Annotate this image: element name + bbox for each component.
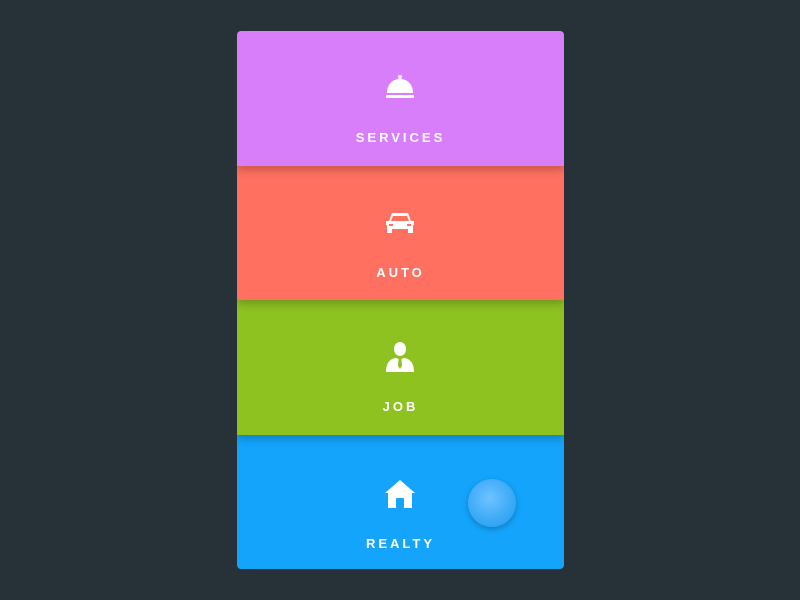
category-label: SERVICES <box>355 130 446 145</box>
category-label: REALTY <box>365 536 436 551</box>
category-menu: SERVICES AUTO JOB REALTY <box>237 31 564 569</box>
category-card-services[interactable]: SERVICES <box>237 31 564 166</box>
touch-indicator <box>468 479 516 527</box>
car-icon <box>383 206 417 240</box>
category-label: AUTO <box>376 265 425 280</box>
category-card-auto[interactable]: AUTO <box>237 166 564 300</box>
cloche-icon <box>383 71 417 105</box>
house-icon <box>383 477 417 511</box>
person-tie-icon <box>383 340 417 374</box>
category-label: JOB <box>382 399 419 414</box>
category-card-job[interactable]: JOB <box>237 300 564 435</box>
